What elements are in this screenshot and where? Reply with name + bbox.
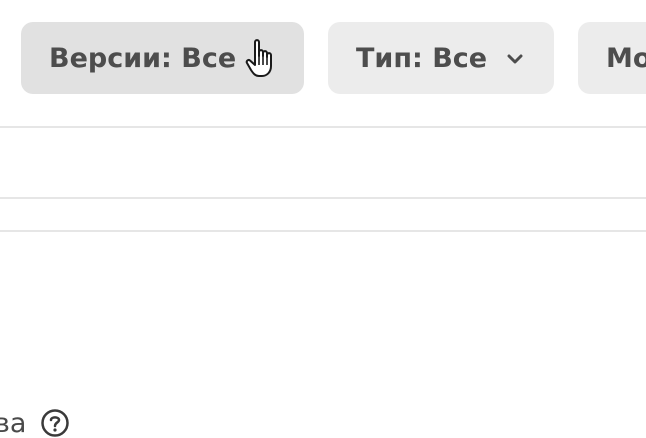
- versions-filter-button[interactable]: Версии: Все: [21, 22, 304, 94]
- more-filter-label: Мо: [606, 42, 646, 74]
- versions-filter-label: Версии: Все: [49, 42, 237, 74]
- more-filter-button[interactable]: Мо: [578, 22, 646, 94]
- help-circle-icon[interactable]: [40, 408, 70, 438]
- type-filter-label: Тип: Все: [356, 42, 488, 74]
- divider: [0, 197, 646, 199]
- divider: [0, 126, 646, 128]
- type-filter-button[interactable]: Тип: Все: [328, 22, 554, 94]
- footer-row: ва: [0, 405, 70, 438]
- page: Версии: Все Тип: Все Мо ва: [0, 0, 646, 438]
- chevron-down-icon: [507, 54, 523, 64]
- divider: [0, 230, 646, 232]
- footer-label: ва: [0, 407, 27, 438]
